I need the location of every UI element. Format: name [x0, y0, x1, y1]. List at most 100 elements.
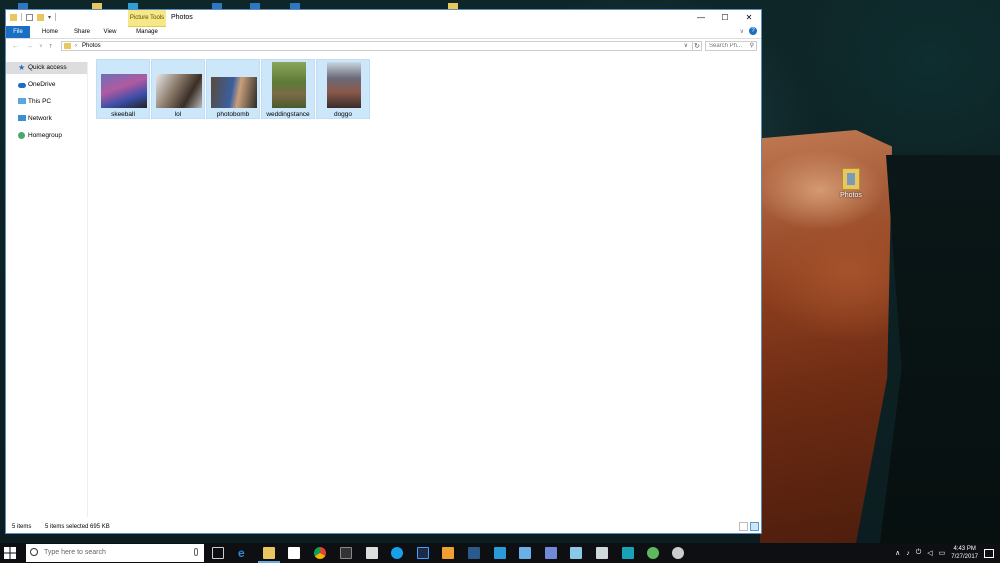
- file-item[interactable]: doggo: [316, 59, 370, 119]
- media-app-icon[interactable]: [442, 547, 454, 559]
- up-arrow-icon[interactable]: ↑: [49, 40, 53, 53]
- discord-icon[interactable]: [545, 547, 557, 559]
- task-view-icon[interactable]: [212, 547, 224, 559]
- file-item[interactable]: weddingstance: [261, 59, 315, 119]
- minimize-button[interactable]: —: [689, 10, 713, 26]
- speaker-icon[interactable]: ◁: [927, 549, 932, 557]
- address-dropdown-icon[interactable]: ∨: [684, 42, 688, 51]
- chevron-up-icon[interactable]: ∧: [895, 549, 900, 557]
- file-name: skeeball: [111, 111, 135, 118]
- properties-icon[interactable]: [26, 13, 33, 21]
- windows-start-icon[interactable]: [4, 547, 16, 559]
- new-folder-icon[interactable]: [37, 13, 44, 21]
- taskbar: Type here to search e ∧ ♪ ⏻ ◁ ▭ 4:43 PM …: [0, 543, 1000, 563]
- folder-icon: [842, 168, 860, 190]
- app-icon[interactable]: [672, 547, 684, 559]
- folder-icon: [10, 13, 17, 21]
- cortana-icon: [30, 548, 38, 556]
- action-center-icon[interactable]: [984, 548, 994, 558]
- ribbon-tabs: File Home Share View Manage ∨ ?: [6, 26, 761, 39]
- window-title: Photos: [171, 14, 193, 21]
- nav-item-this-pc[interactable]: This PC: [6, 96, 87, 108]
- skype-icon[interactable]: [391, 547, 403, 559]
- kodi-icon[interactable]: [622, 547, 634, 559]
- store-icon[interactable]: [288, 547, 300, 559]
- star-icon: ★: [18, 63, 26, 72]
- forward-arrow-icon[interactable]: →: [26, 40, 33, 53]
- taskbar-search[interactable]: Type here to search: [26, 544, 204, 562]
- customize-toolbar-icon[interactable]: ▾: [48, 14, 51, 21]
- tab-view[interactable]: View: [99, 26, 121, 38]
- microphone-icon[interactable]: [194, 548, 198, 556]
- breadcrumb-chevron-icon[interactable]: ›: [75, 42, 77, 51]
- steam-icon[interactable]: [468, 547, 480, 559]
- file-name: weddingstance: [266, 111, 310, 118]
- remote-desktop-icon[interactable]: [494, 547, 506, 559]
- address-row: ← → ∨ ↑ › Photos ∨ ↻ ⚲: [6, 40, 761, 53]
- terminal-icon[interactable]: [340, 547, 352, 559]
- network-tray-icon[interactable]: ▭: [939, 549, 946, 557]
- item-count: 5 items: [12, 524, 32, 530]
- file-name: doggo: [333, 111, 353, 118]
- status-bar: 5 items 5 items selected 695 KB: [12, 522, 110, 532]
- recent-locations-icon[interactable]: ∨: [39, 40, 43, 53]
- homegroup-icon: [18, 132, 25, 139]
- app-icon[interactable]: [596, 547, 608, 559]
- title-bar[interactable]: ▾ Picture Tools Photos — ☐ ✕: [6, 10, 761, 27]
- tab-manage[interactable]: Manage: [128, 26, 166, 38]
- details-view-icon[interactable]: [739, 522, 748, 531]
- power-icon[interactable]: ⏻: [916, 549, 922, 557]
- quick-access-toolbar: ▾: [10, 13, 57, 21]
- photoshop-icon[interactable]: [417, 547, 429, 559]
- folder-icon: [64, 43, 71, 49]
- tab-home[interactable]: Home: [36, 26, 64, 38]
- tab-share[interactable]: Share: [68, 26, 96, 38]
- nav-item-label: This PC: [28, 98, 52, 105]
- nav-item-network[interactable]: Network: [6, 113, 87, 125]
- thumbnail-image: [327, 62, 361, 108]
- chrome-icon[interactable]: [314, 547, 326, 559]
- desktop-photos-folder[interactable]: Photos: [836, 168, 866, 199]
- nav-item-label: Homegroup: [28, 132, 62, 139]
- nav-item-label: Network: [28, 115, 52, 122]
- notes-icon[interactable]: [570, 547, 582, 559]
- system-tray: ∧ ♪ ⏻ ◁ ▭ 4:43 PM 7/27/2017: [895, 543, 994, 563]
- expand-ribbon-icon[interactable]: ∨: [740, 28, 744, 35]
- picture-tools-context-tab: Picture Tools: [128, 10, 166, 27]
- large-icons-view-icon[interactable]: [750, 522, 759, 531]
- volume-icon[interactable]: ♪: [906, 550, 910, 557]
- wallpaper-shadow: [880, 155, 1000, 543]
- help-icon[interactable]: ?: [749, 27, 757, 35]
- file-item[interactable]: skeeball: [96, 59, 150, 119]
- edge-icon[interactable]: e: [238, 547, 250, 559]
- maximize-button[interactable]: ☐: [713, 10, 737, 26]
- mail-icon[interactable]: [519, 547, 531, 559]
- search-input[interactable]: [706, 42, 747, 50]
- nav-item-quick-access[interactable]: ★ Quick access: [6, 62, 87, 74]
- file-explorer-icon[interactable]: [258, 547, 280, 563]
- clock-time: 4:43 PM: [953, 546, 976, 552]
- clock[interactable]: 4:43 PM 7/27/2017: [951, 545, 978, 561]
- tab-file[interactable]: File: [6, 26, 30, 38]
- search-icon: ⚲: [749, 43, 754, 49]
- calculator-icon[interactable]: [366, 547, 378, 559]
- back-arrow-icon[interactable]: ←: [12, 40, 19, 53]
- refresh-button[interactable]: ↻: [692, 41, 702, 51]
- network-icon: [18, 115, 26, 121]
- clock-date: 7/27/2017: [951, 554, 978, 560]
- file-name: photobomb: [216, 111, 250, 118]
- thumbnail-image: [156, 74, 202, 108]
- address-bar[interactable]: › Photos ∨: [61, 41, 693, 51]
- nav-item-onedrive[interactable]: OneDrive: [6, 79, 87, 91]
- selection-info: 5 items selected 695 KB: [45, 524, 110, 530]
- torrent-icon[interactable]: [647, 547, 659, 559]
- file-item[interactable]: photobomb: [206, 59, 260, 119]
- breadcrumb-photos[interactable]: Photos: [82, 42, 101, 51]
- thumbnail-image: [272, 62, 306, 108]
- navigation-pane: ★ Quick access OneDrive This PC Network …: [6, 62, 88, 517]
- taskbar-search-placeholder: Type here to search: [44, 549, 106, 556]
- close-button[interactable]: ✕: [737, 10, 761, 26]
- file-item[interactable]: lol: [151, 59, 205, 119]
- search-box[interactable]: ⚲: [705, 41, 757, 51]
- nav-item-homegroup[interactable]: Homegroup: [6, 130, 87, 142]
